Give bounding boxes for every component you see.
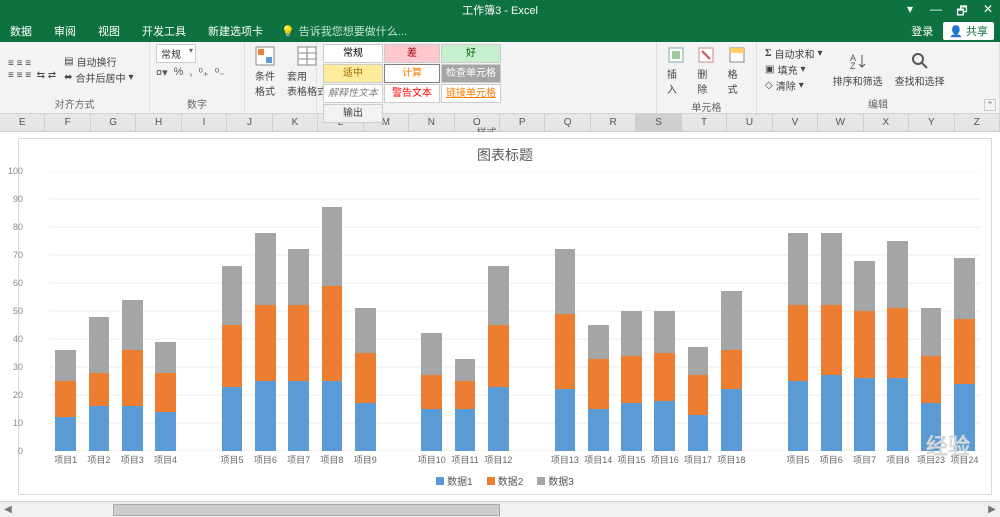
scroll-track[interactable] [16, 504, 984, 516]
insert-icon [667, 46, 685, 64]
share-icon: 👤 [949, 25, 963, 38]
chart-legend[interactable]: 数据1 数据2 数据3 [19, 471, 991, 494]
horizontal-scrollbar[interactable]: ◀ ▶ [0, 501, 1000, 517]
chart-bars [49, 171, 981, 451]
cell-style[interactable]: 警告文本 [384, 84, 440, 103]
number-format-combo[interactable]: 常规 [156, 44, 196, 63]
scroll-right-button[interactable]: ▶ [984, 504, 1000, 515]
search-icon [910, 51, 930, 71]
cond-format-icon [255, 46, 275, 66]
col-header-G[interactable]: G [91, 114, 136, 131]
comma-button[interactable]: , [189, 66, 192, 79]
scroll-left-button[interactable]: ◀ [0, 504, 16, 515]
col-header-V[interactable]: V [773, 114, 818, 131]
percent-button[interactable]: % [174, 66, 184, 79]
conditional-format-button[interactable]: 条件格式 [251, 44, 279, 100]
col-header-X[interactable]: X [864, 114, 909, 131]
worksheet-area[interactable]: 图表标题 0102030405060708090100 项目1项目2项目3项目4… [0, 132, 1000, 501]
merge-center-button[interactable]: ⬌ 合并后居中 ▾ [62, 70, 135, 85]
cell-style[interactable]: 好 [441, 44, 501, 63]
sort-filter-button[interactable]: AZ排序和筛选 [829, 49, 887, 90]
align-top-icon[interactable]: ≡ ≡ ≡ [6, 58, 58, 69]
cell-style[interactable]: 差 [384, 44, 440, 63]
autosum-button[interactable]: Σ自动求和 ▾ [763, 46, 825, 61]
col-header-I[interactable]: I [182, 114, 227, 131]
group-cells: 单元格 [663, 98, 750, 115]
currency-icon[interactable]: ¤▾ [156, 66, 168, 79]
legend-item[interactable]: 数据2 [487, 473, 524, 488]
col-header-J[interactable]: J [227, 114, 272, 131]
svg-text:Z: Z [850, 61, 856, 71]
embedded-chart[interactable]: 图表标题 0102030405060708090100 项目1项目2项目3项目4… [18, 138, 992, 495]
col-header-K[interactable]: K [273, 114, 318, 131]
col-header-W[interactable]: W [818, 114, 863, 131]
cell-style[interactable]: 输出 [323, 104, 383, 123]
tab-review[interactable]: 审阅 [50, 21, 80, 41]
cell-style[interactable]: 解释性文本 [323, 84, 383, 103]
col-header-H[interactable]: H [136, 114, 181, 131]
group-number: 数字 [156, 95, 238, 112]
eraser-icon: ◇ [765, 80, 773, 91]
cell-style[interactable]: 常规 [323, 44, 383, 63]
fill-icon: ▣ [765, 64, 774, 75]
ribbon: ≡ ≡ ≡ ≡ ≡ ≡ ⇆ ⇄ ▤ 自动换行 ⬌ 合并后居中 ▾ 对齐方式 常规… [0, 42, 1000, 114]
cell-style[interactable]: 计算 [384, 64, 440, 83]
cell-style[interactable]: 检查单元格 [441, 64, 501, 83]
clear-button[interactable]: ◇清除 ▾ [763, 78, 825, 93]
inc-decimal-button[interactable]: ⁰₊ [198, 66, 208, 79]
ribbon-tabs: 数据 审阅 视图 开发工具 新建选项卡 💡告诉我您想要做什么... 登录 👤共享 [0, 20, 1000, 42]
align-left-icon[interactable]: ≡ ≡ ≡ ⇆ ⇄ [6, 70, 58, 81]
cell-style[interactable]: 链接单元格 [441, 84, 501, 103]
tab-data[interactable]: 数据 [6, 21, 36, 41]
sort-icon: AZ [848, 51, 868, 71]
delete-icon [697, 46, 715, 64]
format-cells-button[interactable]: 格式 [724, 44, 750, 98]
tell-me[interactable]: 💡告诉我您想要做什么... [281, 23, 407, 39]
delete-cells-button[interactable]: 删除 [693, 44, 719, 98]
insert-cells-button[interactable]: 插入 [663, 44, 689, 98]
sigma-icon: Σ [765, 48, 772, 59]
cell-styles-gallery[interactable]: 常规差好适中计算检查单元格解释性文本警告文本链接单元格输出 [323, 44, 501, 123]
col-header-T[interactable]: T [682, 114, 727, 131]
tab-developer[interactable]: 开发工具 [138, 21, 190, 41]
dec-decimal-button[interactable]: ⁰₋ [215, 66, 225, 79]
window-title: 工作簿3 - Excel [462, 2, 538, 18]
cell-style[interactable]: 适中 [323, 64, 383, 83]
chart-plot-area[interactable]: 0102030405060708090100 [49, 171, 981, 451]
legend-item[interactable]: 数据1 [436, 473, 473, 488]
scroll-thumb[interactable] [113, 504, 500, 516]
group-editing: 编辑 [763, 95, 993, 112]
col-header-Y[interactable]: Y [909, 114, 954, 131]
format-icon [728, 46, 746, 64]
chart-x-axis: 项目1项目2项目3项目4项目5项目6项目7项目8项目9项目10项目11项目12项… [49, 453, 981, 471]
group-alignment: 对齐方式 [6, 95, 143, 112]
legend-item[interactable]: 数据3 [537, 473, 574, 488]
title-bar: 工作簿3 - Excel ▾ — 🗗 ✕ [0, 0, 1000, 20]
tab-custom[interactable]: 新建选项卡 [204, 21, 267, 41]
share-button[interactable]: 👤共享 [943, 22, 994, 40]
col-header-E[interactable]: E [0, 114, 45, 131]
fill-button[interactable]: ▣填充 ▾ [763, 62, 825, 77]
chart-title[interactable]: 图表标题 [19, 139, 991, 167]
table-format-icon [297, 46, 317, 66]
bulb-icon: 💡 [281, 25, 295, 38]
find-select-button[interactable]: 查找和选择 [891, 49, 949, 90]
login-link[interactable]: 登录 [911, 23, 933, 39]
col-header-U[interactable]: U [727, 114, 772, 131]
wrap-text-button[interactable]: ▤ 自动换行 [62, 54, 135, 69]
col-header-Z[interactable]: Z [955, 114, 1000, 131]
tab-view[interactable]: 视图 [94, 21, 124, 41]
collapse-ribbon-icon[interactable]: ⌃ [984, 99, 996, 111]
col-header-F[interactable]: F [45, 114, 90, 131]
